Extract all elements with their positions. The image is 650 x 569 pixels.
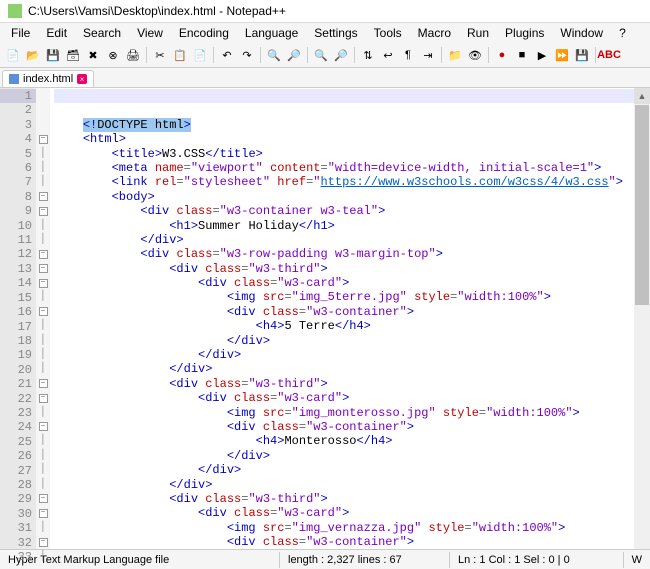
spellcheck-icon[interactable]: ABC [600,46,618,64]
scroll-up-icon[interactable]: ▲ [634,88,650,104]
tab-close-icon[interactable]: × [77,74,87,84]
close-icon[interactable]: ✖ [84,46,102,64]
app-icon [8,4,22,18]
scroll-thumb[interactable] [635,105,649,305]
line-gutter: 1234567891011121314151617181920212223242… [0,88,36,549]
play-icon[interactable]: ▶ [533,46,551,64]
find-icon[interactable]: 🔍 [265,46,283,64]
folder-icon[interactable]: 📁 [446,46,464,64]
zoomout-icon[interactable]: 🔎 [332,46,350,64]
menu-file[interactable]: File [4,24,37,42]
menu-run[interactable]: Run [460,24,496,42]
statusbar: Hyper Text Markup Language file length :… [0,549,650,569]
savemacro-icon[interactable]: 💾 [573,46,591,64]
file-icon [9,74,19,84]
editor[interactable]: 1234567891011121314151617181920212223242… [0,88,650,549]
new-icon[interactable]: 📄 [4,46,22,64]
saveall-icon[interactable]: 🗃 [64,46,82,64]
copy-icon[interactable]: 📋 [171,46,189,64]
undo-icon[interactable]: ↶ [218,46,236,64]
tab-label: index.html [23,73,73,85]
allchars-icon[interactable]: ¶ [399,46,417,64]
replace-icon[interactable]: 🔎 [285,46,303,64]
cut-icon[interactable]: ✂ [151,46,169,64]
zoomin-icon[interactable]: 🔍 [312,46,330,64]
menu-language[interactable]: Language [238,24,305,42]
menu-window[interactable]: Window [553,24,610,42]
fold-gutter[interactable]: −│││−−││−−−│−││││−−│−││││−−│−│ [36,88,50,549]
vertical-scrollbar[interactable]: ▲ [634,88,650,549]
menu-settings[interactable]: Settings [307,24,364,42]
menu-edit[interactable]: Edit [39,24,74,42]
indent-icon[interactable]: ⇥ [419,46,437,64]
menu-macro[interactable]: Macro [411,24,458,42]
titlebar: C:\Users\Vamsi\Desktop\index.html - Note… [0,0,650,23]
menu-search[interactable]: Search [76,24,128,42]
paste-icon[interactable]: 📄 [191,46,209,64]
playrep-icon[interactable]: ⏩ [553,46,571,64]
toolbar: 📄 📂 💾 🗃 ✖ ⊗ 🖨 ✂ 📋 📄 ↶ ↷ 🔍 🔎 🔍 🔎 ⇅ ↩ ¶ ⇥ … [0,43,650,68]
save-icon[interactable]: 💾 [44,46,62,64]
stop-icon[interactable]: ■ [513,46,531,64]
status-length: length : 2,327 lines : 67 [280,552,450,568]
code-area[interactable]: <!DOCTYPE html> <html> <title>W3.CSS</ti… [50,88,650,549]
menubar: FileEditSearchViewEncodingLanguageSettin… [0,23,650,43]
menu-plugins[interactable]: Plugins [498,24,551,42]
open-icon[interactable]: 📂 [24,46,42,64]
title-path: C:\Users\Vamsi\Desktop\index.html - Note… [28,4,286,18]
status-pos: Ln : 1 Col : 1 Sel : 0 | 0 [450,552,624,568]
tab-index[interactable]: index.html × [2,70,94,87]
menu-tools[interactable]: Tools [367,24,409,42]
menu-encoding[interactable]: Encoding [172,24,236,42]
record-icon[interactable]: ● [493,46,511,64]
redo-icon[interactable]: ↷ [238,46,256,64]
sync-icon[interactable]: ⇅ [359,46,377,64]
menu-help[interactable]: ? [612,24,633,42]
tabbar: index.html × [0,68,650,88]
closeall-icon[interactable]: ⊗ [104,46,122,64]
wrap-icon[interactable]: ↩ [379,46,397,64]
status-end: W [624,552,650,568]
menu-view[interactable]: View [130,24,170,42]
print-icon[interactable]: 🖨 [124,46,142,64]
monitor-icon[interactable]: 👁 [466,46,484,64]
